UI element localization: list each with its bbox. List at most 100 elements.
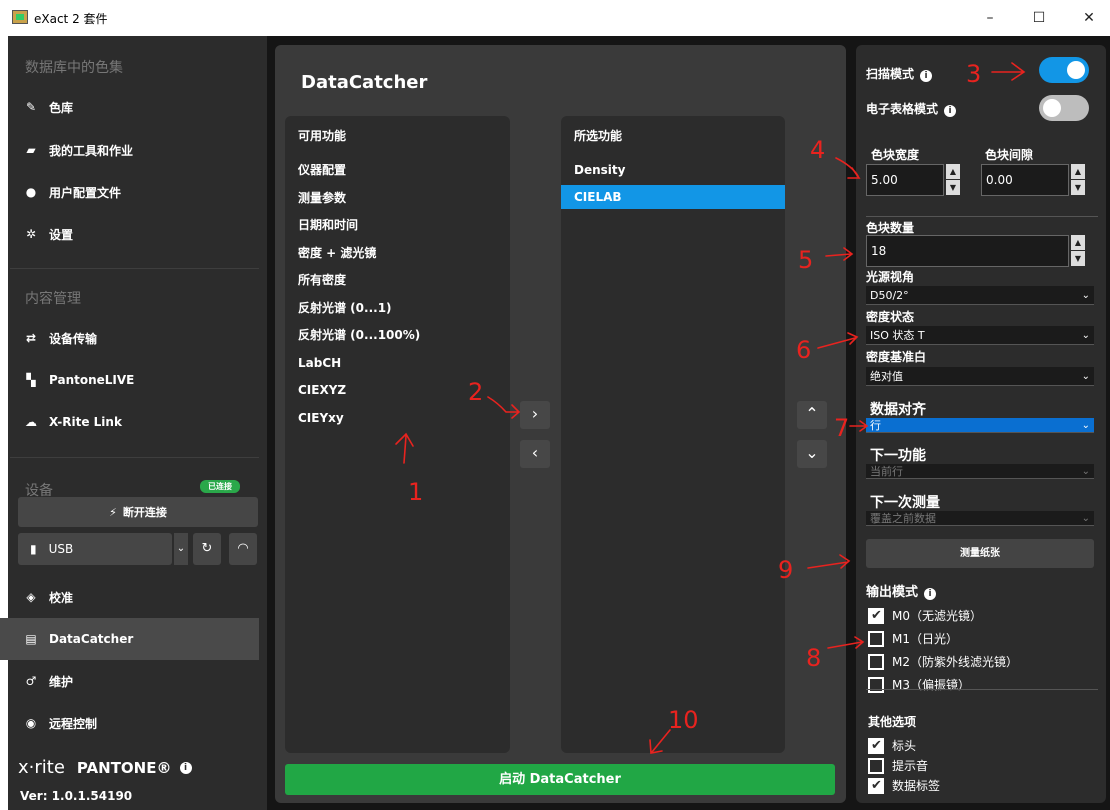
sidebar-divider (10, 457, 259, 458)
info-icon[interactable]: i (924, 588, 937, 600)
available-function-item[interactable]: 反射光谱 (0...1) (298, 296, 392, 320)
wifi-button[interactable]: ◠ (229, 533, 257, 565)
data-align-select[interactable]: 行 ⌄ (866, 418, 1094, 433)
start-datacatcher-button[interactable]: 启动 DataCatcher (285, 764, 835, 795)
density-status-value: ISO 状态 T (870, 329, 925, 342)
page-title: DataCatcher (301, 72, 428, 93)
output-mode-option[interactable]: M3（偏振镜） (868, 676, 970, 693)
move-up-button[interactable]: ⌃ (797, 401, 827, 429)
checkbox[interactable] (868, 630, 884, 647)
patch-width-input[interactable]: 5.00 (866, 164, 944, 196)
available-function-item[interactable]: 反射光谱 (0...100%) (298, 323, 420, 347)
remove-function-button[interactable]: ‹ (520, 440, 550, 468)
next-function-label: 下一功能 (870, 448, 926, 464)
other-option[interactable]: 提示音 (868, 757, 928, 774)
next-function-select[interactable]: 当前行 ⌄ (866, 464, 1094, 479)
sidebar-section-content: 内容管理 (25, 291, 81, 307)
checkbox-label: 提示音 (892, 759, 929, 773)
available-function-item[interactable]: LabCH (298, 351, 341, 375)
sheet-mode-toggle[interactable] (1039, 95, 1089, 121)
checkbox[interactable] (868, 607, 884, 624)
checkbox-label: 标头 (892, 739, 917, 753)
info-icon[interactable]: i (944, 105, 957, 117)
sheet-mode-label: 电子表格模式 i (866, 100, 957, 117)
disconnect-label: 断开连接 (122, 506, 167, 519)
patch-count-stepper[interactable]: ▲ ▼ (1071, 235, 1085, 267)
sidebar-item-label: 远程控制 (49, 716, 98, 731)
density-white-select[interactable]: 绝对值 ⌄ (866, 367, 1094, 386)
checkbox[interactable] (868, 737, 884, 754)
sidebar-item-user-profile[interactable]: ● 用户配置文件 (0, 171, 259, 213)
checkbox-label: M1（日光） (892, 632, 958, 646)
sidebar-item-pantonelive[interactable]: ▚ PantoneLIVE (0, 359, 259, 401)
maximize-button[interactable]: ☐ (1025, 6, 1053, 30)
density-white-value: 绝对值 (870, 370, 903, 383)
output-mode-option[interactable]: M2（防紫外线滤光镜） (868, 653, 1018, 670)
output-mode-option[interactable]: M1（日光） (868, 630, 958, 647)
available-function-item[interactable]: 日期和时间 (298, 213, 358, 237)
next-measure-select[interactable]: 覆盖之前数据 ⌄ (866, 511, 1094, 526)
minimize-button[interactable]: – (976, 6, 1004, 30)
checkbox-label: M0（无滤光镜） (892, 609, 982, 623)
other-options-label: 其他选项 (868, 715, 917, 729)
connection-select[interactable]: ▮ USB (18, 533, 172, 565)
refresh-button[interactable]: ↻ (193, 533, 221, 565)
sidebar-item-label: 维护 (49, 674, 74, 689)
sidebar-item-xrite-link[interactable]: ☁ X-Rite Link (0, 401, 259, 443)
toggle-knob (1043, 99, 1061, 117)
sidebar-item-datacatcher[interactable]: ▤ DataCatcher (0, 618, 259, 660)
measure-paper-button[interactable]: 测量纸张 (866, 539, 1094, 568)
output-mode-option[interactable]: M0（无滤光镜） (868, 607, 982, 624)
available-function-item[interactable]: CIEXYZ (298, 378, 346, 402)
density-status-select[interactable]: ISO 状态 T ⌄ (866, 326, 1094, 345)
available-function-item[interactable]: 测量参数 (298, 186, 346, 210)
disconnect-button[interactable]: ⚡ 断开连接 (18, 497, 258, 527)
patch-count-input[interactable]: 18 (866, 235, 1069, 267)
info-icon[interactable]: i (920, 70, 933, 82)
gear-icon: ✲ (25, 227, 37, 241)
version-label: Ver: 1.0.1.54190 (20, 789, 133, 803)
chevron-down-icon: ⌄ (1081, 330, 1090, 341)
available-function-item[interactable]: 仪器配置 (298, 158, 346, 182)
sidebar-item-remote[interactable]: ◉ 远程控制 (0, 702, 259, 744)
sidebar-item-color-library[interactable]: ✎ 色库 (0, 86, 259, 128)
sidebar-item-label: 色库 (49, 100, 74, 115)
patch-width-label: 色块宽度 (871, 148, 920, 162)
selected-function-item[interactable]: Density (561, 158, 785, 182)
available-function-item[interactable]: 所有密度 (298, 268, 346, 292)
patch-gap-input[interactable]: 0.00 (981, 164, 1069, 196)
move-down-button[interactable]: ⌄ (797, 440, 827, 468)
patch-gap-stepper[interactable]: ▲ ▼ (1071, 164, 1085, 196)
available-function-item[interactable]: CIEYxy (298, 406, 344, 430)
patch-width-stepper[interactable]: ▲ ▼ (946, 164, 960, 196)
sidebar-item-settings[interactable]: ✲ 设置 (0, 213, 259, 255)
checkbox[interactable] (868, 777, 884, 794)
info-icon[interactable]: i (179, 761, 192, 774)
scan-mode-toggle[interactable] (1039, 57, 1089, 83)
sidebar-item-maintenance[interactable]: ♂ 维护 (0, 660, 259, 702)
target-icon: ◈ (26, 590, 36, 604)
checkbox-label: M2（防紫外线滤光镜） (892, 655, 1018, 669)
selected-functions-header: 所选功能 (574, 129, 623, 143)
sidebar-item-tools-jobs[interactable]: ▰ 我的工具和作业 (0, 129, 259, 171)
chevron-down-icon: ⌄ (1081, 420, 1090, 431)
selected-functions-list (561, 116, 785, 753)
patch-gap-label: 色块间隙 (985, 148, 1034, 162)
illuminant-value: D50/2° (870, 289, 909, 302)
illuminant-select[interactable]: D50/2° ⌄ (866, 286, 1094, 305)
wrench-icon: ♂ (25, 674, 37, 688)
brand-logo: x·rite PANTONE® i (18, 757, 192, 778)
close-button[interactable]: ✕ (1075, 6, 1103, 30)
chevron-down-icon[interactable]: ⌄ (174, 533, 188, 565)
other-option[interactable]: 标头 (868, 737, 916, 754)
other-option[interactable]: 数据标签 (868, 777, 940, 794)
sidebar-item-calibrate[interactable]: ◈ 校准 (0, 576, 259, 618)
selected-function-item[interactable]: CIELAB (561, 185, 785, 209)
add-function-button[interactable]: › (520, 401, 550, 429)
sidebar-item-device-transfer[interactable]: ⇄ 设备传输 (0, 317, 259, 359)
checkbox[interactable] (868, 676, 884, 693)
available-function-item[interactable]: 密度 + 滤光镜 (298, 241, 376, 265)
checkbox[interactable] (868, 653, 884, 670)
checkbox[interactable] (868, 757, 884, 774)
density-white-label: 密度基准白 (866, 350, 927, 364)
